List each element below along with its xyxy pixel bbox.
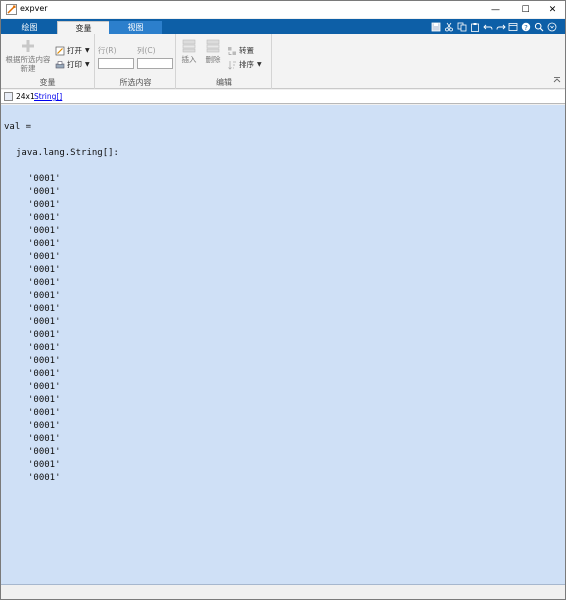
insert-icon bbox=[182, 39, 196, 53]
open-button[interactable]: 打开 ▼ bbox=[55, 45, 90, 56]
list-item: '0001' bbox=[28, 434, 61, 444]
list-item: '0001' bbox=[28, 408, 61, 418]
selection-group: 行(R) 列(C) 所选内容 bbox=[96, 34, 176, 89]
list-item: '0001' bbox=[28, 278, 61, 288]
window-layout-icon[interactable] bbox=[508, 22, 518, 32]
list-item: '0001' bbox=[28, 265, 61, 275]
list-item: '0001' bbox=[28, 226, 61, 236]
chevron-down-icon: ▼ bbox=[85, 47, 90, 54]
new-from-selection-label-2: 新建 bbox=[20, 64, 36, 73]
chevron-down-icon: ▼ bbox=[85, 61, 90, 68]
insert-button[interactable]: 插入 bbox=[178, 39, 200, 64]
list-item: '0001' bbox=[28, 382, 61, 392]
variable-name-line: val = bbox=[4, 122, 32, 132]
variable-display-area[interactable]: val = java.lang.String[]: '0001' '0001' '0… bbox=[1, 105, 565, 585]
list-item: '0001' bbox=[28, 291, 61, 301]
collapse-toolstrip-icon[interactable] bbox=[553, 76, 561, 84]
list-item: '0001' bbox=[28, 200, 61, 210]
expand-icon[interactable] bbox=[547, 22, 557, 32]
new-from-selection-button[interactable]: 根据所选内容 新建 bbox=[5, 39, 51, 73]
list-item: '0001' bbox=[28, 356, 61, 366]
transpose-label: 转置 bbox=[239, 46, 254, 55]
list-item: '0001' bbox=[28, 447, 61, 457]
svg-text:?: ? bbox=[524, 24, 528, 32]
rows-label: 行(R) bbox=[98, 46, 117, 55]
variable-group-label: 变量 bbox=[39, 78, 56, 87]
list-item: '0001' bbox=[28, 213, 61, 223]
list-item: '0001' bbox=[28, 304, 61, 314]
print-icon bbox=[55, 60, 65, 68]
title-bar: expver — ☐ ✕ bbox=[1, 1, 565, 18]
insert-label: 插入 bbox=[181, 55, 197, 64]
toolstrip-ribbon: 根据所选内容 新建 打开 ▼ 打印 ▼ 变量 行(R) 列(C) 所选内容 插入… bbox=[1, 34, 565, 89]
edit-group: 插入 删除 转置 排序 ▼ 编辑 bbox=[177, 34, 272, 89]
copy-icon[interactable] bbox=[457, 22, 467, 32]
variable-group: 根据所选内容 新建 打开 ▼ 打印 ▼ 变量 bbox=[1, 34, 95, 89]
chevron-down-icon: ▼ bbox=[257, 61, 262, 68]
sort-button[interactable]: 排序 ▼ bbox=[227, 59, 262, 70]
transpose-icon bbox=[228, 46, 236, 55]
cols-input[interactable] bbox=[137, 58, 173, 69]
variable-type-line: java.lang.String[]: bbox=[16, 148, 119, 158]
variable-type-icon bbox=[4, 92, 13, 101]
window-title: expver bbox=[20, 4, 48, 13]
minimize-button[interactable]: — bbox=[482, 1, 509, 18]
list-item: '0001' bbox=[28, 343, 61, 353]
undo-icon[interactable] bbox=[483, 22, 493, 32]
variable-editor-window: expver — ☐ ✕ 绘图 变量 视图 ? 根据所选内容 新建 打开 ▼ 打… bbox=[0, 0, 566, 600]
new-from-selection-label-1: 根据所选内容 bbox=[5, 55, 51, 64]
search-icon[interactable] bbox=[534, 22, 544, 32]
list-item: '0001' bbox=[28, 317, 61, 327]
sort-icon bbox=[228, 60, 236, 70]
redo-icon[interactable] bbox=[496, 22, 506, 32]
list-item: '0001' bbox=[28, 174, 61, 184]
tab-plots[interactable]: 绘图 bbox=[3, 21, 56, 34]
help-icon[interactable]: ? bbox=[521, 22, 531, 32]
paste-icon[interactable] bbox=[470, 22, 480, 32]
new-variable-icon bbox=[22, 40, 34, 52]
list-item: '0001' bbox=[28, 369, 61, 379]
variable-info-bar: 24x1 String[] bbox=[1, 90, 565, 104]
delete-label: 删除 bbox=[205, 55, 221, 64]
open-icon bbox=[55, 46, 65, 55]
list-item: '0001' bbox=[28, 460, 61, 470]
cols-label: 列(C) bbox=[137, 46, 156, 55]
cut-icon[interactable] bbox=[444, 22, 454, 32]
save-icon[interactable] bbox=[431, 22, 441, 32]
list-item: '0001' bbox=[28, 252, 61, 262]
app-icon bbox=[6, 4, 17, 15]
tab-view[interactable]: 视图 bbox=[109, 21, 162, 34]
rows-input[interactable] bbox=[98, 58, 134, 69]
print-button[interactable]: 打印 ▼ bbox=[55, 59, 90, 70]
delete-icon bbox=[206, 39, 220, 53]
open-label: 打开 bbox=[67, 46, 82, 55]
close-button[interactable]: ✕ bbox=[539, 1, 566, 18]
transpose-button[interactable]: 转置 bbox=[227, 45, 254, 56]
sort-label: 排序 bbox=[239, 60, 254, 69]
variable-size: 24x1 bbox=[16, 92, 35, 101]
list-item: '0001' bbox=[28, 187, 61, 197]
list-item: '0001' bbox=[28, 239, 61, 249]
maximize-button[interactable]: ☐ bbox=[512, 1, 539, 18]
list-item: '0001' bbox=[28, 395, 61, 405]
list-item: '0001' bbox=[28, 330, 61, 340]
delete-button[interactable]: 删除 bbox=[202, 39, 224, 64]
toolstrip-tabs: 绘图 变量 视图 ? bbox=[1, 19, 565, 34]
string-values-list: '0001' '0001' '0001' '0001' '0001' '0001' '000… bbox=[28, 173, 61, 485]
list-item: '0001' bbox=[28, 421, 61, 431]
print-label: 打印 bbox=[67, 60, 82, 69]
list-item: '0001' bbox=[28, 473, 61, 483]
variable-class-link[interactable]: String[] bbox=[34, 92, 62, 101]
edit-group-label: 编辑 bbox=[216, 78, 232, 87]
selection-group-label: 所选内容 bbox=[119, 78, 152, 87]
tab-variable[interactable]: 变量 bbox=[57, 21, 110, 34]
status-bar bbox=[1, 586, 565, 599]
